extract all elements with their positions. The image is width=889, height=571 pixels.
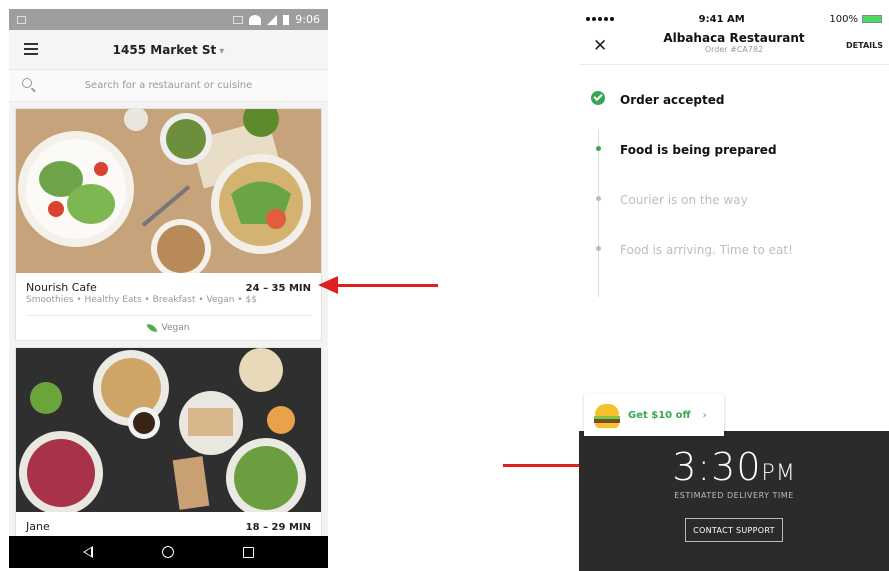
- step-label: Food is being prepared: [620, 143, 777, 157]
- eta-time-value: 3:30: [672, 445, 762, 489]
- back-icon[interactable]: [83, 546, 94, 558]
- vibrate-icon: [233, 15, 244, 24]
- ios-status-bar: 9:41 AM 100%: [579, 9, 889, 29]
- delivery-eta: 24 – 35 MIN: [245, 283, 311, 294]
- battery-percent: 100%: [829, 13, 858, 25]
- chevron-down-icon: ▾: [219, 45, 225, 57]
- ios-clock: 9:41 AM: [698, 13, 745, 25]
- signal-icon: [586, 17, 614, 21]
- dot-icon: [596, 196, 601, 201]
- delivery-eta: 18 – 29 MIN: [245, 522, 311, 533]
- recent-apps-icon[interactable]: [242, 546, 254, 558]
- timeline-step-preparing: Food is being prepared: [579, 125, 889, 175]
- search-icon: [22, 78, 32, 88]
- chevron-right-icon: ›: [702, 409, 707, 421]
- timeline-step-courier: Courier is on the way: [579, 175, 889, 225]
- restaurant-name: Jane: [26, 520, 50, 533]
- eta-panel: 3:30PM ESTIMATED DELIVERY TIME CONTACT S…: [579, 431, 889, 571]
- step-label: Courier is on the way: [620, 193, 748, 207]
- restaurant-photo: [16, 348, 321, 512]
- timeline-step-arriving: Food is arriving. Time to eat!: [579, 225, 889, 275]
- promo-label: Get $10 off: [628, 409, 691, 421]
- arrow-head-icon: [318, 276, 338, 294]
- home-icon[interactable]: [161, 546, 174, 558]
- check-icon: [591, 91, 605, 105]
- estimated-time: 3:30PM: [579, 445, 889, 489]
- order-title: Albahaca Restaurant Order #CA782: [579, 31, 889, 54]
- annotation-arrow-eta: [334, 284, 438, 287]
- eta-label: ESTIMATED DELIVERY TIME: [674, 491, 794, 500]
- restaurant-title: Albahaca Restaurant: [663, 31, 805, 45]
- address-selector[interactable]: 1455 Market St ▾: [9, 43, 328, 57]
- restaurant-card[interactable]: Jane 18 – 29 MIN: [15, 347, 322, 540]
- order-status-timeline: Order accepted Food is being prepared Co…: [579, 65, 889, 297]
- restaurant-name: Nourish Cafe: [26, 281, 97, 294]
- order-header: ✕ Albahaca Restaurant Order #CA782 DETAI…: [579, 29, 889, 65]
- android-clock: 9:06: [295, 13, 320, 26]
- details-button[interactable]: DETAILS: [846, 41, 883, 50]
- dot-icon: [596, 246, 601, 251]
- signal-icon: [267, 14, 278, 25]
- eta-ampm: PM: [761, 461, 796, 486]
- restaurant-card[interactable]: Nourish Cafe 24 – 35 MIN Smoothies • Hea…: [15, 108, 322, 341]
- iphone-screenshot: 9:41 AM 100% ✕ Albahaca Restaurant Order…: [579, 9, 889, 571]
- leaf-icon: [146, 321, 158, 335]
- menu-icon[interactable]: [24, 43, 38, 55]
- step-label: Order accepted: [620, 93, 725, 107]
- android-nav-bar: [9, 536, 328, 568]
- dietary-label: Vegan: [161, 323, 190, 333]
- app-top-bar: 1455 Market St ▾: [9, 30, 328, 70]
- dietary-badge: Vegan: [26, 316, 311, 340]
- restaurant-photo: [16, 109, 321, 273]
- burger-icon: [592, 398, 622, 432]
- order-number: Order #CA782: [704, 45, 764, 54]
- restaurant-feed: Nourish Cafe 24 – 35 MIN Smoothies • Hea…: [9, 102, 328, 547]
- timeline-step-accepted: Order accepted: [579, 75, 889, 125]
- battery-icon: [283, 14, 290, 25]
- dot-icon: [596, 146, 601, 151]
- promo-banner[interactable]: Get $10 off ›: [584, 394, 724, 436]
- step-label: Food is arriving. Time to eat!: [620, 243, 793, 257]
- battery-icon: [861, 15, 882, 23]
- android-status-bar: 9:06: [9, 9, 328, 30]
- notification-icon: [17, 15, 26, 24]
- contact-support-button[interactable]: CONTACT SUPPORT: [685, 518, 783, 542]
- wifi-icon: [249, 14, 262, 25]
- android-screenshot: 9:06 1455 Market St ▾ Search for a restau…: [9, 9, 328, 568]
- restaurant-tags: Smoothies • Healthy Eats • Breakfast • V…: [26, 295, 257, 305]
- address-label: 1455 Market St: [112, 42, 217, 57]
- search-placeholder: Search for a restaurant or cuisine: [84, 80, 253, 91]
- search-bar[interactable]: Search for a restaurant or cuisine: [9, 70, 328, 102]
